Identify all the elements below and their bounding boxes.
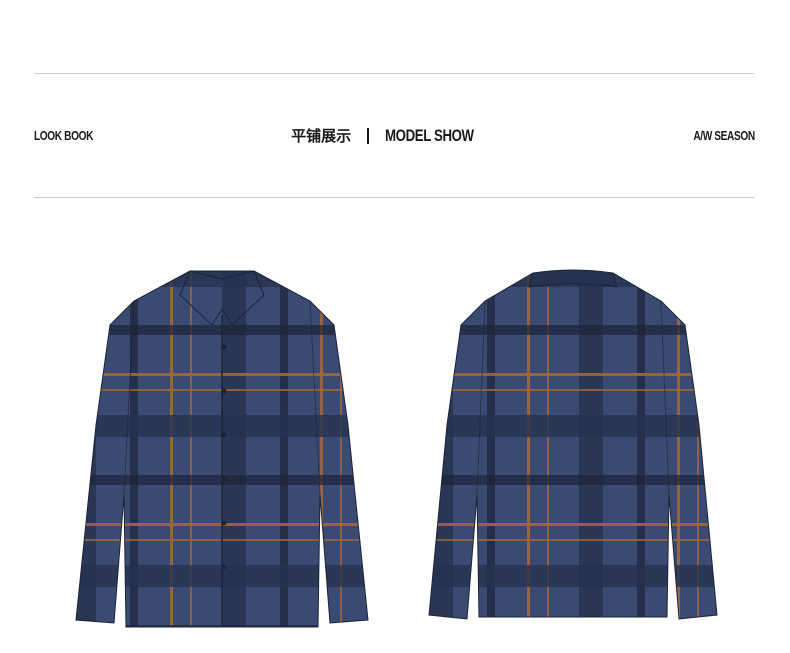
shirt-back-image <box>423 265 723 630</box>
season-label: A/W SEASON <box>693 128 756 143</box>
top-divider <box>34 73 754 74</box>
section-title-cn: 平铺展示 <box>291 127 352 145</box>
title-separator <box>367 127 370 144</box>
section-title: 平铺展示 MODEL SHOW <box>0 125 790 146</box>
shirt-front-image <box>72 265 372 630</box>
section-title-en: MODEL SHOW <box>385 125 474 145</box>
bottom-divider <box>34 197 754 198</box>
